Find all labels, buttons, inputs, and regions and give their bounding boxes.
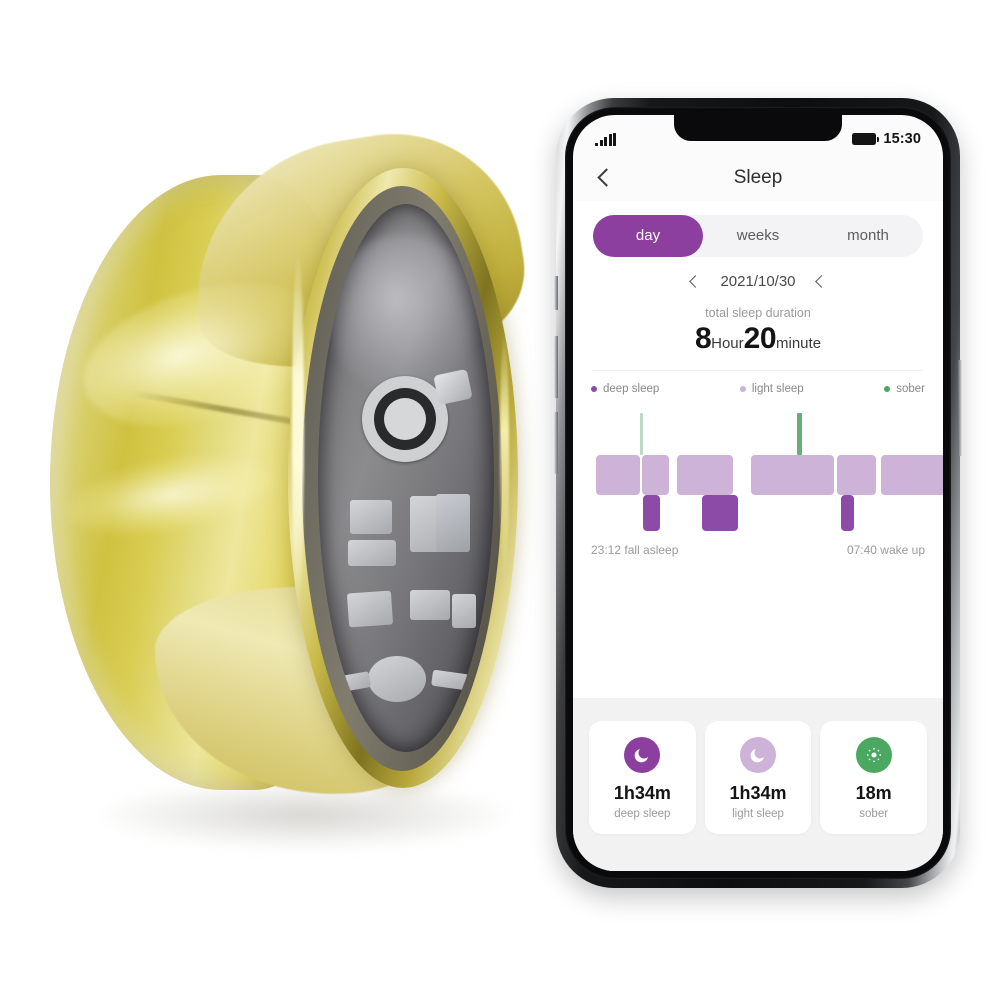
ring-chip [452,594,476,628]
total-hours: 8 [694,322,712,355]
legend-dot-deep-sleep [591,386,597,392]
ring-chip [346,590,394,628]
ring-chip [348,540,396,566]
ring-sensor-core [384,398,426,440]
chart-bar-light-sleep [676,455,733,495]
legend-label-light-sleep: light sleep [751,383,804,395]
chevron-left-icon[interactable] [593,167,615,189]
status-bar-time: 15:30 [883,131,921,147]
moon-glyph [634,749,649,763]
smart-ring-product-image [40,115,550,870]
stat-value-deep-sleep: 1h34m [613,783,671,803]
battery-full-icon [852,133,880,145]
wake-up-label: 07:40 wake up [846,543,925,557]
phone-volume-down-button[interactable] [554,412,558,474]
signal-bars-icon [595,132,616,146]
chart-bar-deep-sleep [840,495,854,531]
sun-icon [855,737,892,773]
chart-bar-light-sleep [837,455,877,495]
phone-power-button[interactable] [958,360,962,456]
sun-glyph [866,747,881,763]
total-hours-unit: Hour [711,335,744,352]
tab-weeks[interactable]: weeks [703,215,813,257]
ring-chip [436,494,470,552]
chart-time-labels: 23:12 fall asleep 07:40 wake up [591,543,925,557]
chart-bar-light-sleep [751,455,835,495]
moon-icon [624,737,661,773]
section-divider [593,370,923,371]
stat-card-light-sleep[interactable]: 1h34m light sleep [704,721,812,834]
stat-card-deep-sleep[interactable]: 1h34m deep sleep [589,721,696,834]
date-next-chevron-left-icon[interactable] [814,275,828,289]
status-bar-right: 15:30 [852,131,921,147]
nav-bar: Sleep [573,155,943,201]
fall-asleep-label: 23:12 fall asleep [591,543,679,557]
tab-month[interactable]: month [813,215,923,257]
chart-bar-light-sleep [595,455,640,495]
date-prev-chevron-left-icon[interactable] [688,275,702,289]
main-content: day weeks month 2021/10/30 total sleep d… [573,201,943,871]
page-title: Sleep [733,167,783,188]
ring-sensor-clip [433,368,473,406]
ring-rim-highlight-right [500,330,509,580]
phone-mute-switch[interactable] [554,276,558,310]
date-navigator: 2021/10/30 [573,273,943,290]
legend-item-sober: sober [884,383,925,395]
stat-label-light-sleep: light sleep [732,808,784,820]
legend-item-light-sleep: light sleep [739,383,804,395]
total-minutes-unit: minute [776,335,822,352]
stat-card-sober[interactable]: 18m sober [820,721,928,834]
chart-bar-deep-sleep [643,495,660,531]
total-minutes: 20 [743,322,777,355]
total-duration-caption: total sleep duration [705,306,811,320]
chart-bar-sober [640,413,643,455]
stat-value-sober: 18m [855,783,892,803]
period-segmented-control: day weeks month [593,215,923,257]
status-bar: 15:30 [573,115,943,155]
chart-bar-deep-sleep [702,495,738,531]
ring-chip [410,590,450,620]
stat-label-sober: sober [859,808,889,820]
chart-bar-light-sleep [642,455,670,495]
phone-screen: 15:30 Sleep day weeks month 2021/10/30 t… [573,115,943,871]
legend-label-sober: sober [896,383,925,395]
stats-row: 1h34m deep sleep 1h34m light sleep 18m s… [573,721,943,834]
legend-label-deep-sleep: deep sleep [603,383,660,395]
legend-item-deep-sleep: deep sleep [591,383,659,395]
screenshot-canvas: 15:30 Sleep day weeks month 2021/10/30 t… [0,0,1000,1000]
sleep-stage-chart[interactable] [589,409,943,537]
legend-dot-light-sleep [739,386,746,392]
total-duration-value: 8Hour20minute [573,322,943,356]
moon-icon [740,737,776,773]
phone-volume-up-button[interactable] [554,336,558,398]
ring-inner-cavity [318,204,494,752]
ring-chip [431,669,469,691]
chart-bar-light-sleep [881,455,943,495]
tab-day[interactable]: day [593,215,703,257]
phone-mockup: 15:30 Sleep day weeks month 2021/10/30 t… [554,98,962,888]
stat-value-light-sleep: 1h34m [729,783,787,803]
chart-legend: deep sleep light sleep sober [591,383,925,395]
ring-rim-highlight-left [292,250,304,610]
ring-chip [350,500,392,534]
ring-battery-cell [368,656,426,702]
legend-dot-sober [884,386,891,392]
chart-bar-sober [796,413,802,455]
moon-glyph [750,749,764,763]
selected-date-label: 2021/10/30 [720,273,796,290]
stat-label-deep-sleep: deep sleep [614,808,671,820]
